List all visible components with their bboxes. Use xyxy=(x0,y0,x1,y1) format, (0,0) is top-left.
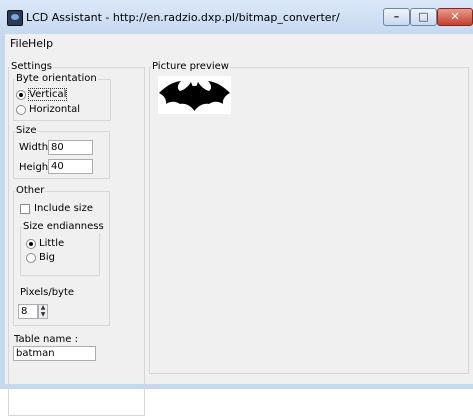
big-radio[interactable] xyxy=(26,253,36,263)
window-title: LCD Assistant - http://en.radzio.dxp.pl/… xyxy=(26,11,340,24)
vertical-label[interactable]: Vertical xyxy=(27,88,68,101)
settings-group: Settings Byte orientation Vertical Horiz… xyxy=(8,61,145,416)
pixels-per-byte-spinner[interactable]: ▲ ▼ xyxy=(38,304,48,319)
app-icon xyxy=(7,10,23,26)
pixels-per-byte-label: Pixels/byte xyxy=(20,287,75,298)
picture-preview-legend: Picture preview xyxy=(151,61,230,73)
other-group: Other Include size Size endianness Littl… xyxy=(13,185,110,326)
app-window: LCD Assistant - http://en.radzio.dxp.pl/… xyxy=(0,0,473,416)
height-input[interactable]: 40 xyxy=(48,159,93,174)
other-legend: Other xyxy=(15,185,46,197)
minimize-icon: – xyxy=(393,10,400,23)
close-icon: ✕ xyxy=(450,10,460,23)
little-label[interactable]: Little xyxy=(39,238,64,249)
horizontal-label[interactable]: Horizontal xyxy=(29,104,80,115)
close-button[interactable]: ✕ xyxy=(437,8,473,26)
table-name-label: Table name : xyxy=(14,334,78,345)
preview-canvas xyxy=(158,76,231,114)
big-label[interactable]: Big xyxy=(39,252,55,263)
little-radio[interactable] xyxy=(26,239,36,249)
menu-file[interactable]: File xyxy=(10,37,28,50)
horizontal-radio[interactable] xyxy=(16,105,26,115)
maximize-icon: □ xyxy=(418,10,429,23)
size-endianness-legend: Size endianness xyxy=(22,221,105,233)
maximize-button[interactable]: □ xyxy=(410,8,437,26)
client-area: File Help Settings Byte orientation Vert… xyxy=(5,34,473,416)
size-group: Size Width 80 Height 40 xyxy=(13,125,110,179)
byte-orientation-legend: Byte orientation xyxy=(15,73,98,85)
width-label: Width xyxy=(19,142,49,153)
size-legend: Size xyxy=(15,125,38,137)
include-size-label[interactable]: Include size xyxy=(34,203,93,214)
picture-preview-group: Picture preview xyxy=(149,61,469,374)
title-bar[interactable]: LCD Assistant - http://en.radzio.dxp.pl/… xyxy=(0,0,473,34)
width-input[interactable]: 80 xyxy=(48,140,93,155)
size-endianness-group: Size endianness Little Big xyxy=(20,221,105,276)
batman-logo-image xyxy=(159,81,230,111)
include-size-checkbox[interactable] xyxy=(20,204,30,214)
settings-legend: Settings xyxy=(10,61,54,73)
spin-down-icon[interactable]: ▼ xyxy=(39,312,47,318)
pixels-per-byte-input[interactable]: 8 xyxy=(18,304,38,319)
byte-orientation-group: Byte orientation Vertical Horizontal xyxy=(13,73,111,121)
minimize-button[interactable]: – xyxy=(383,8,410,26)
table-name-input[interactable]: batman xyxy=(13,346,96,361)
vertical-radio[interactable] xyxy=(16,90,26,100)
menu-bar: File Help xyxy=(5,34,473,52)
menu-help[interactable]: Help xyxy=(28,37,53,50)
